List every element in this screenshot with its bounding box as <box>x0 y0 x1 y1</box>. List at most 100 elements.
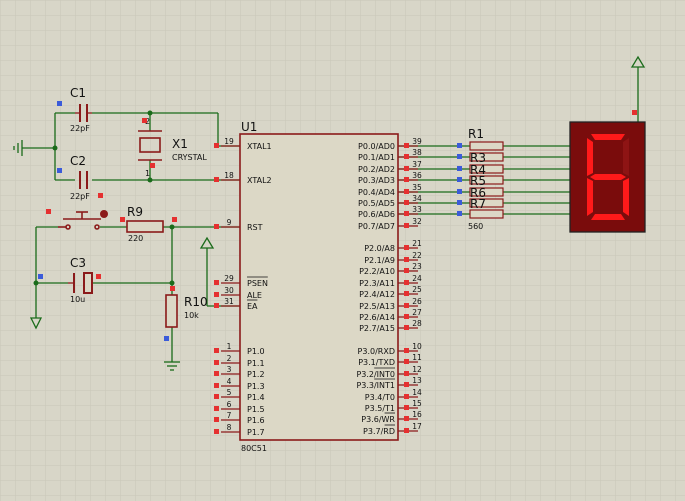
rpack-pin-marker <box>457 177 462 182</box>
pin-name: P1.1 <box>247 359 265 368</box>
mcu-u1[interactable]: XTAL1 19 XTAL2 18 RST 9 PSEN 29 ALE 30 EA 31 P1.0 1 P1… <box>214 133 422 441</box>
pin-name: P3.4/T0 <box>365 393 395 402</box>
segment-f <box>587 138 593 176</box>
pin-number: 32 <box>412 217 422 226</box>
pin-number: 19 <box>224 137 234 146</box>
pin-name: P3.0/RXD <box>358 347 395 356</box>
pin-number: 31 <box>224 297 234 306</box>
pin-name: P1.2 <box>247 370 265 379</box>
rpack-pin-marker <box>457 189 462 194</box>
pin-number: 9 <box>227 218 232 227</box>
pin-number: 17 <box>412 422 422 431</box>
pin-number: 7 <box>227 411 232 420</box>
rpack-ref: R1 <box>468 127 484 141</box>
pin-name: P2.7/A15 <box>359 324 395 333</box>
c2-value: 22pF <box>70 192 90 201</box>
pin-marker <box>214 303 219 308</box>
pin-number: 13 <box>412 376 422 385</box>
pin-number: 11 <box>412 353 422 362</box>
pin-marker <box>214 371 219 376</box>
pin-number: 27 <box>412 308 422 317</box>
pin-marker <box>404 405 409 410</box>
rpack-resistor[interactable] <box>469 141 504 151</box>
pin-name: P2.2/A10 <box>359 267 395 276</box>
pin-marker <box>214 348 219 353</box>
pin-name: P0.4/AD4 <box>358 188 395 197</box>
rpack-pin-marker <box>457 166 462 171</box>
pin-name: P0.6/AD6 <box>358 210 395 219</box>
display-pin-marker <box>632 110 637 115</box>
pin-number: 16 <box>412 410 422 419</box>
segment-b <box>623 138 629 176</box>
resistor-r10[interactable] <box>165 294 178 328</box>
pin-name: P2.1/A9 <box>364 256 395 265</box>
r9-value: 220 <box>128 234 143 243</box>
pin-name: P2.5/A13 <box>359 302 395 311</box>
c3-value: 10u <box>70 295 85 304</box>
r9-ref: R9 <box>127 205 143 219</box>
pin-marker <box>404 223 409 228</box>
x1-pin1: 1 <box>145 169 150 178</box>
pin-name: XTAL2 <box>247 176 272 185</box>
pin-marker <box>404 177 409 182</box>
pin-marker <box>214 177 219 182</box>
rpack-value: 560 <box>468 222 483 231</box>
c3-ref: C3 <box>70 256 86 270</box>
rpack-pin-marker <box>457 154 462 159</box>
pin-marker <box>404 291 409 296</box>
pin-number: 37 <box>412 160 422 169</box>
rpack-pin-marker <box>457 200 462 205</box>
pin-name: P0.3/AD3 <box>358 176 395 185</box>
pin-number: 30 <box>224 286 234 295</box>
pin-marker <box>214 383 219 388</box>
seven-segment-display[interactable] <box>569 121 646 233</box>
pin-name: P0.1/AD1 <box>358 153 395 162</box>
pin-name: P1.5 <box>247 405 265 414</box>
pin-number: 28 <box>412 319 422 328</box>
pin-name: P2.6/A14 <box>359 313 395 322</box>
rpack-resistor[interactable] <box>469 209 504 219</box>
pin-marker <box>214 224 219 229</box>
segment-a <box>591 134 625 140</box>
pin-number: 18 <box>224 171 234 180</box>
pin-name: P3.5/T1 <box>365 404 395 413</box>
pin-marker <box>404 257 409 262</box>
pin-number: 14 <box>412 388 422 397</box>
pin-marker <box>404 416 409 421</box>
pin-marker <box>404 211 409 216</box>
pin-number: 22 <box>412 251 422 260</box>
pin-marker <box>404 200 409 205</box>
pin-number: 10 <box>412 342 422 351</box>
resistor-r9[interactable] <box>126 220 164 233</box>
pin-marker <box>214 360 219 365</box>
pin-marker <box>404 314 409 319</box>
segment-g <box>590 174 626 180</box>
pin-number: 25 <box>412 285 422 294</box>
pin-name: P3.7/RD <box>363 427 395 436</box>
pin-number: 6 <box>227 400 232 409</box>
segment-d <box>591 214 625 220</box>
pin-marker <box>214 292 219 297</box>
mcu-part: 80C51 <box>241 444 267 453</box>
pin-number: 26 <box>412 297 422 306</box>
x1-value: CRYSTAL <box>172 153 207 162</box>
pin-marker <box>404 280 409 285</box>
pin-name: P3.2/INT0 <box>356 370 395 379</box>
segment-c <box>623 178 629 216</box>
pin-marker <box>404 154 409 159</box>
pin-name: P1.7 <box>247 428 265 437</box>
pin-marker <box>214 406 219 411</box>
pin-number: 12 <box>412 365 422 374</box>
pin-name: P2.3/A11 <box>359 279 395 288</box>
pin-number: 3 <box>227 365 232 374</box>
pin-number: 15 <box>412 399 422 408</box>
pin-marker <box>404 303 409 308</box>
reset-button-knob[interactable] <box>100 210 108 218</box>
pin-marker <box>214 143 219 148</box>
pin-name: ALE <box>247 291 262 300</box>
pin-number: 24 <box>412 274 422 283</box>
c1-ref: C1 <box>70 86 86 100</box>
pin-name: P3.6/WR <box>361 415 395 424</box>
pin-marker <box>404 371 409 376</box>
pin-name: P0.5/AD5 <box>358 199 395 208</box>
